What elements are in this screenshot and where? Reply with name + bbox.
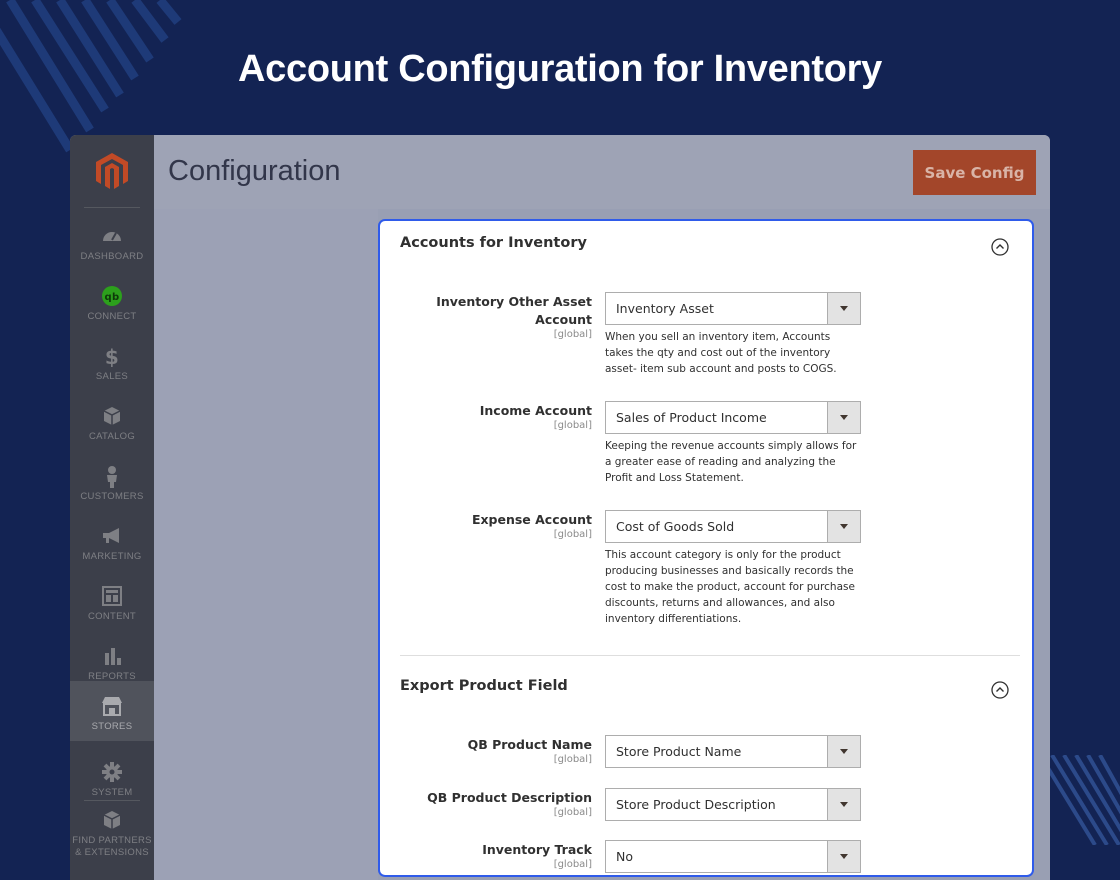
scope-label: [global] [553,420,592,431]
collapse-icon[interactable] [990,237,1010,257]
bar-chart-icon [105,648,121,665]
save-config-button[interactable]: Save Config [913,150,1036,195]
field-label-qb-product-name: QB Product Name [global] [402,736,592,765]
qb-product-description-select[interactable]: Store Product Description [605,788,861,821]
field-label-expense-account: Expense Account [global] [402,511,592,540]
scope-label: [global] [553,329,592,340]
section-divider [400,655,1020,656]
sidebar-divider [84,207,140,208]
sidebar-item-content[interactable]: CONTENT [70,577,154,637]
layout-icon [102,586,122,606]
dollar-icon: $ [105,345,119,367]
dropdown-arrow-icon [827,511,860,542]
sidebar-item-stores[interactable]: STORES [70,681,154,741]
scope-label: [global] [553,754,592,765]
field-label-income-account: Income Account [global] [402,402,592,431]
decorative-stripes-bottom-right [1040,755,1120,845]
section-header-export-product[interactable]: Export Product Field [400,674,1012,704]
svg-text:qb: qb [105,292,120,303]
inventory-asset-account-select[interactable]: Inventory Asset [605,292,861,325]
sidebar-item-customers[interactable]: CUSTOMERS [70,457,154,517]
dropdown-arrow-icon [827,293,860,324]
dropdown-arrow-icon [827,736,860,767]
sidebar-divider [84,800,140,801]
page-title: Configuration [168,155,341,187]
magento-logo[interactable] [92,151,132,191]
dashboard-icon [103,232,121,241]
qb-product-name-select[interactable]: Store Product Name [605,735,861,768]
field-note: Keeping the revenue accounts simply allo… [605,440,857,484]
sidebar-item-marketing[interactable]: MARKETING [70,517,154,577]
income-account-select[interactable]: Sales of Product Income [605,401,861,434]
collapse-icon[interactable] [990,680,1010,700]
field-note: This account category is only for the pr… [605,549,855,625]
section-header-accounts[interactable]: Accounts for Inventory [400,231,1012,261]
dropdown-arrow-icon [827,841,860,872]
sidebar-item-sales[interactable]: $ SALES [70,337,154,397]
section-title: Export Product Field [400,678,568,694]
section-title: Accounts for Inventory [400,235,587,251]
quickbooks-icon: qb [102,286,122,306]
hero-title: Account Configuration for Inventory [238,48,882,90]
svg-text:$: $ [105,345,119,367]
storefront-icon [102,697,122,716]
scope-label: [global] [553,529,592,540]
config-tabs-column [154,209,378,880]
field-note: When you sell an inventory item, Account… [605,331,837,375]
page-header: Configuration Save Config [154,135,1050,209]
dropdown-arrow-icon [827,402,860,433]
gear-icon [102,762,122,782]
expense-account-select[interactable]: Cost of Goods Sold [605,510,861,543]
cube-icon [103,811,121,829]
megaphone-icon [103,528,119,543]
sidebar-item-find-partners[interactable]: FIND PARTNERS & EXTENSIONS [70,803,154,863]
person-icon [107,466,117,488]
inventory-track-select[interactable]: No [605,840,861,873]
config-panel: Accounts for Inventory Inventory Other A… [378,219,1034,877]
field-label-inventory-asset: Inventory Other Asset Account [global] [402,293,592,340]
field-label-qb-product-description: QB Product Description [global] [402,789,592,818]
admin-sidebar: DASHBOARD qb CONNECT $ SALES CATALOG CUS… [70,135,154,880]
scope-label: [global] [553,859,592,870]
sidebar-item-connect[interactable]: qb CONNECT [70,277,154,337]
sidebar-item-catalog[interactable]: CATALOG [70,397,154,457]
sidebar-item-dashboard[interactable]: DASHBOARD [70,217,154,277]
box-icon [103,407,121,425]
scope-label: [global] [553,807,592,818]
field-label-inventory-track: Inventory Track [global] [402,841,592,870]
dropdown-arrow-icon [827,789,860,820]
